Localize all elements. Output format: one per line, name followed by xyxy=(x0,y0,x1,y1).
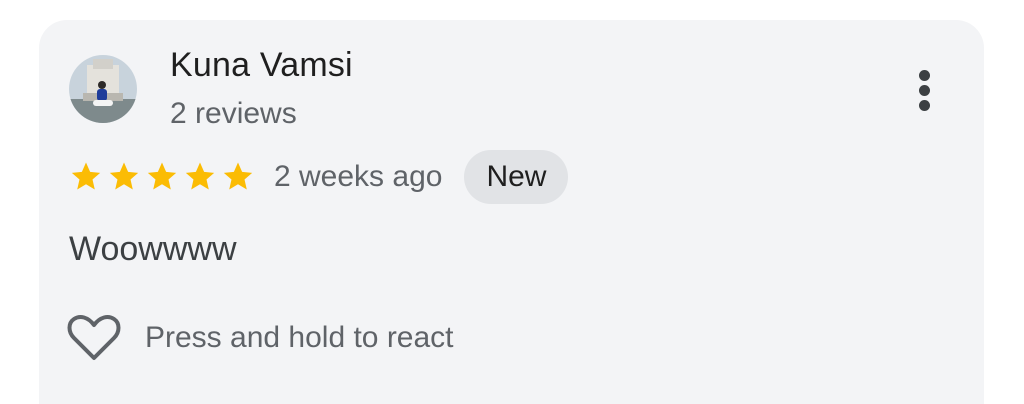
star-icon xyxy=(183,160,217,194)
heart-outline-icon[interactable] xyxy=(67,314,121,362)
review-text: Woowwww xyxy=(69,230,237,268)
author-avatar[interactable] xyxy=(69,55,137,123)
star-icon xyxy=(107,160,141,194)
rating-row: 2 weeks ago New xyxy=(69,150,569,204)
more-options-button[interactable] xyxy=(905,64,945,116)
react-hint: Press and hold to react xyxy=(145,321,454,354)
author-review-count: 2 reviews xyxy=(170,97,297,130)
star-icon xyxy=(69,160,103,194)
star-icon xyxy=(221,160,255,194)
star-icon xyxy=(145,160,179,194)
review-card: Kuna Vamsi 2 reviews 2 weeks ago New Woo… xyxy=(39,20,984,404)
star-rating xyxy=(69,160,259,194)
new-badge: New xyxy=(464,150,569,204)
author-name[interactable]: Kuna Vamsi xyxy=(170,46,353,85)
react-button[interactable]: Press and hold to react xyxy=(67,314,454,362)
review-time: 2 weeks ago xyxy=(274,160,443,193)
more-vertical-icon xyxy=(919,70,930,81)
